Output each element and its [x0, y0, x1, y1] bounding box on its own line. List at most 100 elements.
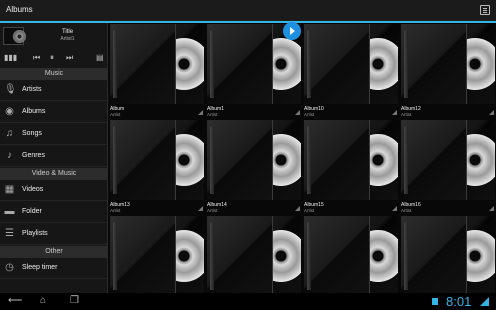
sidebar-item-playlists[interactable]: ☰ Playlists — [0, 224, 107, 245]
album-cover[interactable] — [401, 216, 495, 293]
album-cover[interactable] — [304, 216, 398, 293]
album-tile[interactable]: Album15 Artist — [304, 120, 398, 215]
album-tile[interactable]: Album12 Artist — [401, 24, 495, 119]
cd-case — [110, 216, 176, 293]
sidebar-item-albums[interactable]: ◉ Albums — [0, 102, 107, 123]
sidebar-item-label: Sleep timer — [22, 264, 58, 271]
album-cover[interactable] — [207, 120, 301, 200]
playlist-icon: ☰ — [5, 228, 14, 239]
album-tile[interactable]: Album Artist — [110, 24, 204, 119]
cd-spine — [210, 222, 214, 290]
sidebar-item-label: Genres — [22, 152, 45, 159]
album-artist: Artist — [110, 112, 121, 117]
play-fab-button[interactable] — [283, 22, 301, 40]
album-menu-icon[interactable] — [295, 206, 300, 211]
now-playing-artist: Artist1 — [60, 36, 75, 42]
cd-case — [110, 24, 176, 104]
guitar-icon: ♪ — [7, 150, 12, 161]
back-icon[interactable]: ⟵ — [8, 296, 22, 306]
sidebar-item-artists[interactable]: 🎙 Artists — [0, 80, 107, 101]
action-bar: Albums — [0, 0, 496, 21]
next-icon[interactable]: ⏭ — [66, 53, 73, 63]
overflow-menu-icon[interactable] — [480, 5, 490, 15]
signal-icon — [480, 297, 489, 306]
previous-icon[interactable]: ⏮ — [33, 53, 40, 63]
album-tile[interactable]: Album13 Artist — [110, 120, 204, 215]
album-artist: Artist — [207, 208, 218, 213]
cd-spine — [113, 222, 117, 290]
album-menu-icon[interactable] — [295, 110, 300, 115]
album-menu-icon[interactable] — [198, 110, 203, 115]
folder-icon: ▬ — [4, 206, 15, 217]
cd-spine — [307, 126, 311, 194]
recent-apps-icon[interactable]: ❐ — [70, 296, 79, 306]
now-playing-title: Title — [61, 29, 74, 35]
cd-spine — [113, 30, 117, 98]
page-title: Albums — [6, 5, 33, 14]
home-icon[interactable]: ⌂ — [40, 296, 46, 306]
pause-icon[interactable]: ⏸ — [50, 53, 54, 63]
album-menu-icon[interactable] — [392, 206, 397, 211]
album-artist: Artist — [304, 208, 315, 213]
album-tile[interactable]: Album16 Artist — [401, 120, 495, 215]
album-menu-icon[interactable] — [489, 110, 494, 115]
album-tile[interactable] — [207, 216, 301, 293]
cd-case — [304, 216, 370, 293]
album-artist: Artist — [110, 208, 121, 213]
status-clock: 8:01 — [446, 294, 472, 309]
sidebar-item-label: Playlists — [22, 230, 48, 237]
album-artist: Artist — [207, 112, 218, 117]
sidebar-item-label: Songs — [22, 130, 42, 137]
album-menu-icon[interactable] — [198, 206, 203, 211]
cd-case — [304, 120, 370, 200]
equalizer-icon[interactable]: ▮▮▮ — [4, 53, 17, 63]
sidebar-item-videos[interactable]: ▦ Videos — [0, 180, 107, 201]
album-tile[interactable] — [304, 216, 398, 293]
system-navigation-bar: ⟵ ⌂ ❐ 8:01 — [0, 293, 496, 310]
album-cover[interactable] — [401, 120, 495, 200]
section-header: Other — [0, 246, 107, 258]
cd-spine — [404, 126, 408, 194]
sidebar: Title Artist1 ▮▮▮ ⏮ ⏸ ⏭ ▤ Music 🎙 Artists ◉… — [0, 23, 108, 293]
cd-spine — [307, 222, 311, 290]
album-cover[interactable] — [304, 120, 398, 200]
album-artist: Artist — [401, 112, 412, 117]
now-playing-artwork[interactable] — [3, 27, 26, 45]
album-menu-icon[interactable] — [489, 206, 494, 211]
clock-icon: ◷ — [5, 262, 14, 273]
sidebar-item-label: Artists — [22, 86, 42, 93]
music-note-icon: ♫ — [5, 128, 14, 139]
album-cover[interactable] — [110, 24, 204, 104]
sidebar-item-sleep-timer[interactable]: ◷ Sleep timer — [0, 258, 107, 279]
film-icon: ▦ — [4, 184, 15, 195]
cd-spine — [210, 126, 214, 194]
album-cover[interactable] — [401, 24, 495, 104]
section-header: Music — [0, 68, 107, 80]
sidebar-item-songs[interactable]: ♫ Songs — [0, 124, 107, 145]
cd-case — [401, 24, 467, 104]
cd-case — [401, 120, 467, 200]
album-tile[interactable] — [401, 216, 495, 293]
cd-case — [207, 216, 273, 293]
sidebar-item-folder[interactable]: ▬ Folder — [0, 202, 107, 223]
cd-spine — [307, 30, 311, 98]
disc-icon: ◉ — [5, 106, 14, 117]
album-artist: Artist — [401, 208, 412, 213]
sidebar-item-label: Albums — [22, 108, 46, 115]
album-grid: Album Artist Album1 Artist Album10 Artist Albu… — [109, 23, 496, 293]
album-tile[interactable]: Album10 Artist — [304, 24, 398, 119]
album-cover[interactable] — [304, 24, 398, 104]
microphone-icon: 🎙 — [4, 84, 17, 95]
download-status-icon — [432, 298, 438, 305]
album-cover[interactable] — [207, 216, 301, 293]
cd-case — [401, 216, 467, 293]
album-cover[interactable] — [110, 216, 204, 293]
playlist-queue-icon[interactable]: ▤ — [96, 53, 104, 63]
album-cover[interactable] — [110, 120, 204, 200]
album-menu-icon[interactable] — [392, 110, 397, 115]
album-tile[interactable]: Album14 Artist — [207, 120, 301, 215]
cd-spine — [404, 30, 408, 98]
sidebar-item-genres[interactable]: ♪ Genres — [0, 146, 107, 167]
now-playing-panel[interactable]: Title Artist1 ▮▮▮ ⏮ ⏸ ⏭ ▤ — [0, 23, 107, 68]
album-tile[interactable] — [110, 216, 204, 293]
